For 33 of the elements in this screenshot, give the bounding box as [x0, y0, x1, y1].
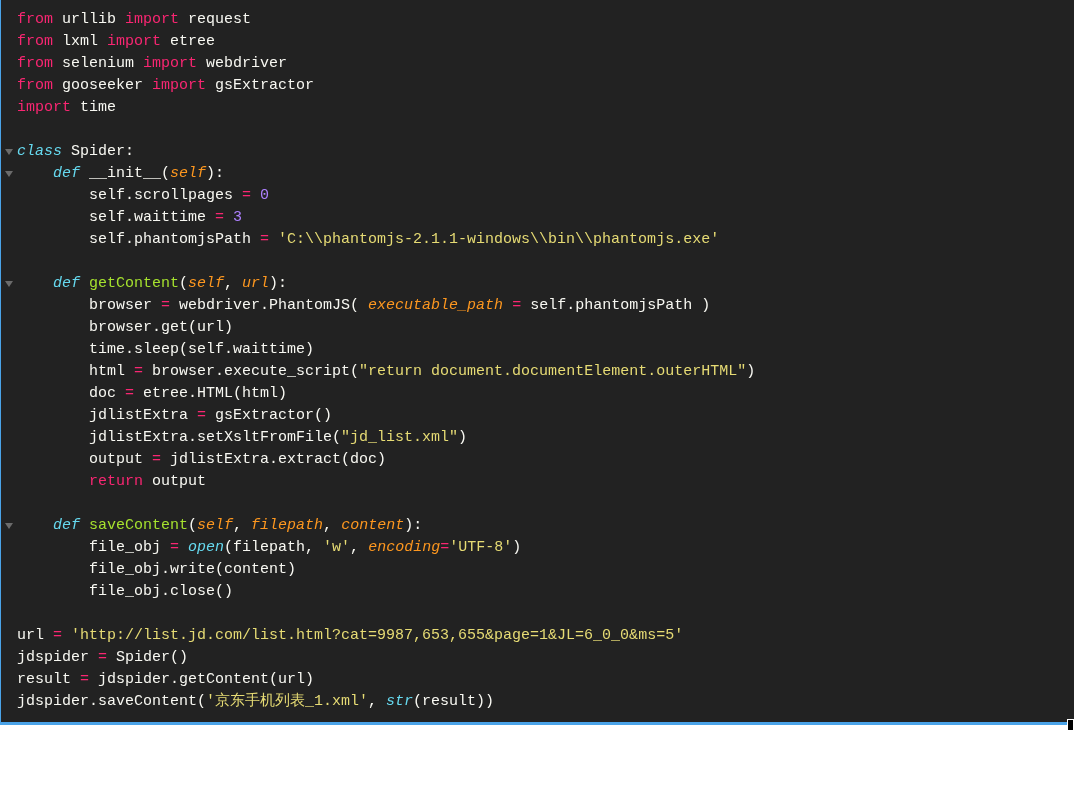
code-line: file_obj = open(filepath, 'w', encoding='UTF-8') [88, 538, 522, 558]
code-line: doc = etree.HTML(html) [88, 384, 288, 404]
code-line: from urllib import request [17, 10, 252, 30]
fold-icon[interactable] [5, 523, 13, 529]
code-line: result = jdspider.getContent(url) [17, 670, 315, 690]
code-line: jdspider.saveContent('京东手机列表_1.xml', str(result)) [17, 691, 495, 712]
code-line: file_obj.write(content) [88, 560, 297, 580]
code-line: output = jdlistExtra.extract(doc) [88, 450, 387, 470]
code-line: from lxml import etree [17, 32, 216, 52]
code-line: jdlistExtra = gsExtractor() [88, 406, 333, 426]
code-line: def getContent(self, url): [52, 274, 288, 294]
code-line: file_obj.close() [88, 582, 234, 602]
code-line: def __init__(self): [52, 164, 225, 184]
code-line: self.phantomjsPath = 'C:\\phantomjs-2.1.1-windows\\bin\\phantomjs.exe' [88, 230, 720, 250]
code-line: from selenium import webdriver [17, 54, 288, 74]
code-line: browser = webdriver.PhantomJS( executable_path = self.phantomjsPath ) [88, 296, 711, 316]
resize-handle[interactable] [1067, 719, 1074, 731]
code-line: self.waittime = 3 [88, 208, 243, 228]
fold-icon[interactable] [5, 149, 13, 155]
fold-icon[interactable] [5, 281, 13, 287]
fold-icon[interactable] [5, 171, 13, 177]
code-line: browser.get(url) [88, 318, 234, 338]
code-line: return output [88, 472, 207, 492]
code-line: def saveContent(self, filepath, content): [52, 516, 423, 536]
code-line: class Spider: [17, 142, 135, 162]
code-line: url = 'http://list.jd.com/list.html?cat=9987,653,655&page=1&JL=6_0_0&ms=5' [17, 626, 684, 646]
code-line: time.sleep(self.waittime) [88, 340, 315, 360]
code-line: from gooseeker import gsExtractor [17, 76, 315, 96]
code-line: jdlistExtra.setXsltFromFile("jd_list.xml") [88, 428, 468, 448]
code-line: jdspider = Spider() [17, 648, 189, 668]
code-line: html = browser.execute_script("return document.documentElement.outerHTML") [88, 362, 756, 382]
code-line: import time [17, 98, 117, 118]
code-line: self.scrollpages = 0 [88, 186, 270, 206]
